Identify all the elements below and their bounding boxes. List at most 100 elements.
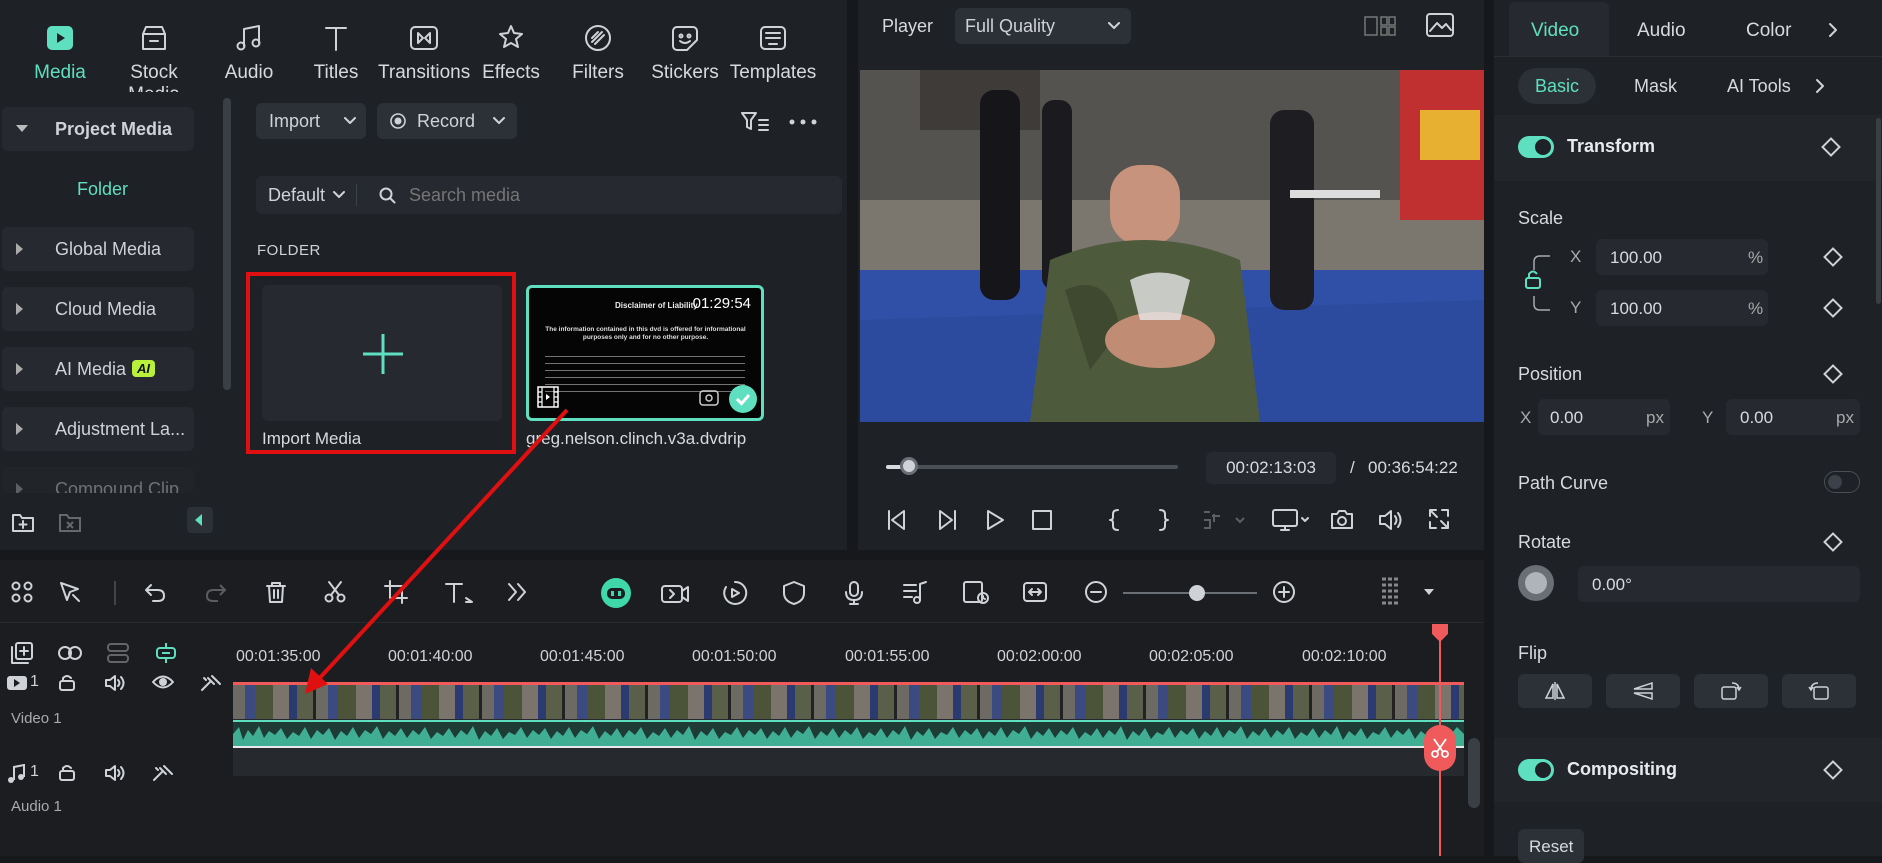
camera-snapshot-icon[interactable] [1330,508,1354,530]
sidebar-item-global-media[interactable]: Global Media [2,227,194,271]
tab-audio-props[interactable]: Audio [1637,20,1686,42]
import-dropdown[interactable]: Import [256,103,366,139]
new-folder-icon[interactable] [11,511,35,533]
scale-y-field[interactable]: 100.00 % [1596,290,1768,326]
auto-reframe-icon[interactable] [722,580,748,606]
track-height-icon[interactable] [1380,576,1402,608]
video-clip[interactable] [233,682,1464,776]
select-tool-icon[interactable] [58,580,82,604]
path-curve-toggle[interactable] [1824,471,1860,493]
rotate-right-button[interactable] [1694,674,1768,708]
display-settings-icon[interactable] [1272,508,1310,532]
lock-aspect-icon[interactable] [1522,250,1552,316]
rotate-field[interactable]: 0.00° [1578,566,1860,602]
ai-copilot-icon[interactable] [601,578,631,608]
keyframe-diamond-icon[interactable] [1823,298,1843,318]
tab-color[interactable]: Color [1746,20,1791,42]
sidebar-item-compound-clip[interactable]: Compound Clip [2,467,194,493]
subtab-ai-tools[interactable]: AI Tools [1727,76,1791,97]
subtab-basic[interactable]: Basic [1518,68,1596,104]
auto-sync-icon[interactable] [962,580,990,606]
tab-titles[interactable]: Titles [291,22,381,84]
undo-icon[interactable] [143,580,167,604]
reset-button[interactable]: Reset [1518,829,1584,863]
fullscreen-icon[interactable] [1428,508,1450,530]
magnet-snap-icon[interactable] [154,641,178,665]
keyframe-diamond-icon[interactable] [1823,247,1843,267]
visibility-eye-icon[interactable] [152,674,174,690]
split-scissors-icon[interactable] [323,580,347,604]
more-options-icon[interactable] [789,119,817,125]
sidebar-item-project-media[interactable]: Project Media [2,107,194,151]
link-icon[interactable] [57,644,83,662]
search-input[interactable] [409,181,829,209]
delete-folder-icon[interactable] [58,511,82,533]
mark-out-icon[interactable] [1156,509,1170,531]
keyframe-diamond-icon[interactable] [1823,532,1843,552]
sidebar-item-cloud-media[interactable]: Cloud Media [2,287,194,331]
delete-icon[interactable] [264,580,288,604]
mute-track-icon[interactable] [104,673,126,693]
rotate-dial[interactable] [1518,565,1554,601]
zoom-slider[interactable] [1123,585,1257,601]
collapse-sidebar-button[interactable] [187,507,213,533]
mute-track-icon[interactable] [104,763,126,783]
media-clip-thumbnail[interactable]: Disclaimer of Liability The information … [526,285,764,421]
step-back-icon[interactable] [886,509,910,531]
text-tool-icon[interactable] [444,580,474,604]
sort-dropdown[interactable]: Default [256,176,354,214]
more-tools-icon[interactable] [506,580,528,604]
keyframe-diamond-icon[interactable] [1823,760,1843,780]
flip-horizontal-button[interactable] [1518,674,1592,708]
sidebar-item-adjustment-layer[interactable]: Adjustment La... [2,407,194,451]
redo-icon[interactable] [204,580,228,604]
shield-icon[interactable] [782,580,806,606]
fit-timeline-icon[interactable] [1022,580,1048,604]
position-x-field[interactable]: 0.00 px [1538,399,1670,435]
tab-templates[interactable]: Templates [728,22,818,84]
inspector-scrollbar[interactable] [1876,118,1881,304]
zoom-in-icon[interactable] [1272,580,1296,604]
position-y-field[interactable]: 0.00 px [1726,399,1860,435]
add-track-icon[interactable] [10,641,34,665]
sidebar-item-ai-media[interactable]: AI Media AI [2,347,194,391]
volume-icon[interactable] [1378,508,1404,532]
tab-audio[interactable]: Audio [204,22,294,84]
zoom-out-icon[interactable] [1084,580,1108,604]
rotate-left-button[interactable] [1782,674,1856,708]
snapshot-image-icon[interactable] [1426,13,1454,37]
flip-vertical-button[interactable] [1606,674,1680,708]
lock-track-icon[interactable] [58,674,76,692]
unlink-icon[interactable] [106,642,130,664]
tab-transitions[interactable]: Transitions [378,22,470,84]
crop-icon[interactable] [384,580,408,604]
timeline-scrollbar[interactable] [1468,738,1480,808]
lock-track-icon[interactable] [58,764,76,782]
keyframe-diamond-icon[interactable] [1821,137,1841,157]
play-icon[interactable] [984,509,1006,531]
mark-in-icon[interactable] [1108,509,1122,531]
scrubber-track[interactable] [886,457,1178,475]
scale-x-field[interactable]: 100.00 % [1596,239,1768,275]
tab-stickers[interactable]: Stickers [640,22,730,84]
scrubber-handle[interactable] [900,457,919,475]
keyframe-diamond-icon[interactable] [1823,364,1843,384]
quality-dropdown[interactable]: Full Quality [955,8,1131,44]
sidebar-folder[interactable]: Folder [77,179,128,200]
subtab-mask[interactable]: Mask [1634,76,1677,97]
sidebar-scrollbar[interactable] [223,98,231,390]
tab-video[interactable]: Video [1509,2,1609,56]
layout-grid-icon[interactable] [10,580,34,604]
video-preview[interactable] [860,70,1484,422]
audio-mix-icon[interactable] [902,580,928,606]
zoom-slider-handle[interactable] [1188,585,1205,601]
chevron-right-icon[interactable] [1815,78,1825,94]
grid-view-icon[interactable] [1364,16,1396,36]
microphone-icon[interactable] [843,580,865,606]
track-tool-icon[interactable] [152,764,174,782]
filter-icon[interactable] [740,111,770,133]
track-tool-icon[interactable] [200,674,222,692]
transform-toggle[interactable] [1518,136,1554,158]
tab-effects[interactable]: Effects [466,22,556,84]
tab-filters[interactable]: Filters [553,22,643,84]
